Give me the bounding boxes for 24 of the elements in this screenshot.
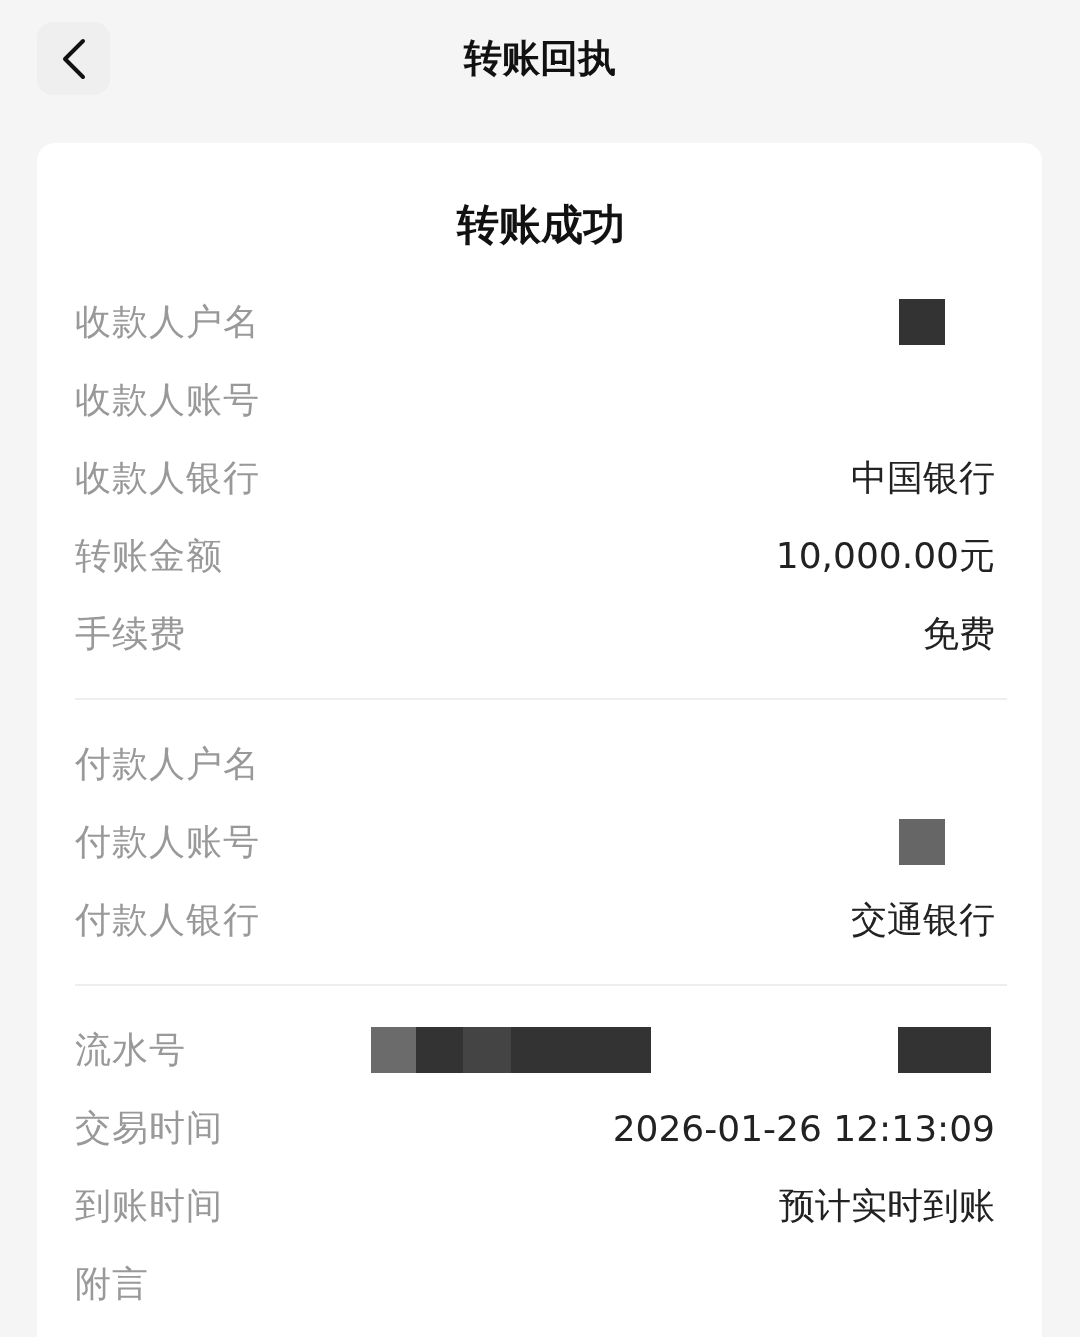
redaction-block (899, 819, 945, 865)
field-value: 免费 (923, 611, 995, 656)
field-label: 附言 (75, 1261, 149, 1306)
field-label: 收款人账号 (75, 377, 260, 422)
field-value: 10,000.00元 (775, 533, 995, 578)
field-label: 收款人银行 (75, 455, 260, 500)
field-label: 付款人户名 (75, 741, 260, 786)
field-label: 流水号 (75, 1027, 186, 1072)
field-value: 中国银行 (851, 455, 995, 500)
back-icon (60, 37, 87, 80)
back-button[interactable] (37, 22, 110, 95)
field-label: 付款人银行 (75, 897, 260, 942)
field-label: 转账金额 (75, 533, 223, 578)
field-value: 交通银行 (851, 897, 995, 942)
redaction-block (899, 299, 945, 345)
field-value: 2026-01-26 12:13:09 (612, 1107, 995, 1149)
field-value: 预计实时到账 (779, 1183, 995, 1228)
page-title: 转账回执 (464, 34, 616, 82)
field-label: 到账时间 (75, 1183, 223, 1228)
field-label: 手续费 (75, 611, 186, 656)
field-label: 交易时间 (75, 1105, 223, 1150)
status-title: 转账成功 (455, 199, 626, 251)
field-label: 收款人户名 (75, 299, 260, 344)
field-label: 付款人账号 (75, 819, 260, 864)
